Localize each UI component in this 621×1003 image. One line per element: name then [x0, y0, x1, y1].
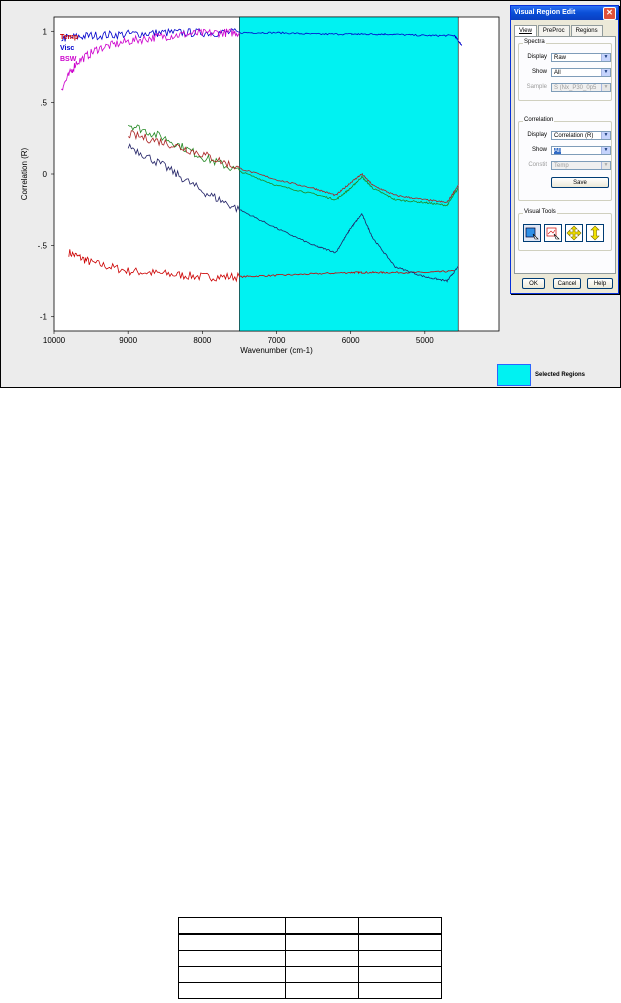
chevron-down-icon[interactable]: ▼ — [601, 132, 610, 139]
table-cell — [358, 982, 442, 999]
table-cell — [178, 966, 286, 983]
tab-regions[interactable]: Regions — [570, 25, 603, 36]
chevron-down-icon[interactable]: ▼ — [601, 54, 610, 61]
pan-glyph — [566, 225, 582, 241]
x-tick-label: 8000 — [193, 336, 211, 345]
spectra-sample-value: S (Nx_P30_0p5 — [554, 85, 597, 91]
chevron-down-icon[interactable]: ▼ — [601, 147, 610, 154]
table-cell — [285, 950, 359, 967]
region-draw-tool-icon[interactable] — [544, 224, 562, 242]
chevron-down-icon[interactable]: ▼ — [601, 69, 610, 76]
visual-tools-label: Visual Tools — [523, 209, 557, 215]
spectra-show-row: Show All ▼ — [521, 68, 611, 77]
x-axis-label: Wavenumber (cm-1) — [240, 346, 313, 355]
spectra-show-label: Show — [531, 69, 547, 75]
screenshot-frame: 10000 9000 8000 7000 6000 5000 1 .5 0 -.5 -1 Wavenu… — [0, 0, 621, 388]
visual-region-edit-dialog: Visual Region Edit ✕ View PreProc Region… — [510, 5, 619, 294]
correlation-group-label: Correlation — [523, 117, 555, 123]
region-select-tool-icon[interactable] — [523, 224, 541, 242]
data-table — [178, 917, 442, 999]
region-select-glyph — [525, 227, 539, 240]
table-row — [178, 982, 442, 999]
x-tick-label: 9000 — [119, 336, 137, 345]
view-panel: Spectra Display Raw ▼ Show All ▼ Sample … — [514, 36, 616, 274]
y-tick-label: 1 — [43, 27, 48, 36]
table-cell — [358, 966, 442, 983]
spectra-group-label: Spectra — [523, 39, 546, 45]
table-cell — [178, 982, 286, 999]
visual-tools-group: Visual Tools — [518, 209, 612, 251]
x-tick-label: 5000 — [416, 336, 434, 345]
table-cell — [358, 933, 442, 951]
tab-preproc[interactable]: PreProc — [537, 25, 570, 36]
spectra-sample-select: S (Nx_P30_0p5 ▼ — [551, 83, 611, 92]
pan-tool-icon[interactable] — [565, 224, 583, 242]
spectra-display-label: Display — [527, 54, 547, 60]
vertical-scale-glyph — [590, 225, 600, 241]
correlation-display-select[interactable]: Correlation (R) ▼ — [551, 131, 611, 140]
table-cell — [178, 933, 286, 951]
help-button[interactable]: Help — [587, 278, 613, 289]
table-cell — [285, 917, 359, 935]
x-tick-label: 10000 — [43, 336, 66, 345]
table-cell — [178, 917, 286, 935]
chevron-down-icon: ▼ — [601, 162, 610, 169]
x-tick-label: 6000 — [342, 336, 360, 345]
selected-regions-label: Selected Regions — [535, 372, 586, 378]
y-tick-label: -.5 — [38, 241, 48, 250]
correlation-constit-select: Temp ▼ — [551, 161, 611, 170]
selected-regions-swatch — [497, 364, 531, 386]
table-cell — [358, 950, 442, 967]
legend-entry-temp: Temp — [60, 34, 78, 41]
dialog-titlebar[interactable]: Visual Region Edit ✕ — [511, 6, 618, 20]
correlation-show-select[interactable]: All ▼ — [551, 146, 611, 155]
y-tick-label: -1 — [40, 313, 48, 322]
table-row — [178, 933, 442, 951]
spectra-show-select[interactable]: All ▼ — [551, 68, 611, 77]
table-cell — [358, 917, 442, 935]
table-row — [178, 950, 442, 967]
ok-button[interactable]: OK — [522, 278, 545, 289]
selected-region-band — [239, 16, 459, 332]
spectra-display-value: Raw — [554, 55, 567, 61]
x-tick-label: 7000 — [268, 336, 286, 345]
chevron-down-icon: ▼ — [601, 84, 610, 91]
spectra-group: Spectra Display Raw ▼ Show All ▼ Sample … — [518, 39, 612, 101]
correlation-display-row: Display Correlation (R) ▼ — [521, 131, 611, 140]
vertical-scale-tool-icon[interactable] — [586, 224, 604, 242]
legend-entry-bsw: BSW — [60, 56, 77, 63]
save-button[interactable]: Save — [551, 177, 609, 188]
spectra-sample-label: Sample — [526, 84, 547, 90]
dialog-tabs: View PreProc Regions — [514, 25, 604, 36]
correlation-constit-label: Constit — [528, 162, 547, 168]
correlation-display-value: Correlation (R) — [554, 133, 594, 139]
correlation-constit-row: Constit Temp ▼ — [521, 161, 611, 170]
table-cell — [285, 933, 359, 951]
y-tick-label: 0 — [43, 170, 48, 179]
spectra-display-row: Display Raw ▼ — [521, 53, 611, 62]
close-icon[interactable]: ✕ — [603, 7, 616, 20]
region-draw-glyph — [546, 227, 560, 240]
table-cell — [285, 966, 359, 983]
spectra-sample-row: Sample S (Nx_P30_0p5 ▼ — [521, 83, 611, 92]
table-row — [178, 966, 442, 983]
correlation-show-label: Show — [531, 147, 547, 153]
y-tick-label: .5 — [40, 99, 47, 108]
table-cell — [178, 950, 286, 967]
spectra-show-value: All — [554, 70, 561, 76]
correlation-show-row: Show All ▼ — [521, 146, 611, 155]
legend-entry-visc: Visc — [60, 45, 74, 52]
cancel-button[interactable]: Cancel — [553, 278, 581, 289]
tab-view[interactable]: View — [514, 25, 537, 36]
correlation-display-label: Display — [527, 132, 547, 138]
spectra-display-select[interactable]: Raw ▼ — [551, 53, 611, 62]
correlation-constit-value: Temp — [554, 163, 569, 169]
dialog-title: Visual Region Edit — [514, 9, 576, 16]
table-row — [178, 917, 442, 935]
correlation-show-value: All — [554, 148, 561, 154]
y-axis-label: Correlation (R) — [20, 147, 29, 200]
correlation-group: Correlation Display Correlation (R) ▼ Sh… — [518, 117, 612, 201]
table-cell — [285, 982, 359, 999]
